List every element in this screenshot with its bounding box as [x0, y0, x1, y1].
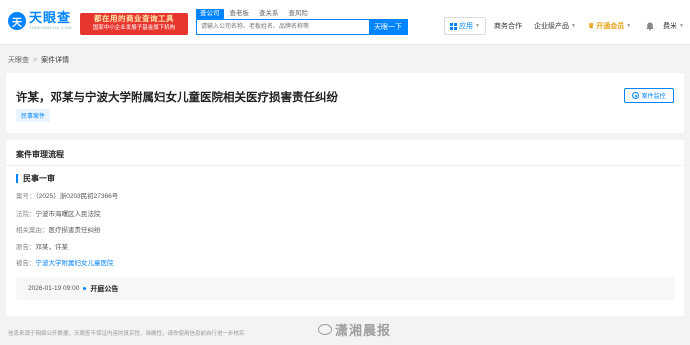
section-header: 案件审理流程: [6, 140, 684, 166]
info-row-case-number: 案号：（2025）浙0203民初27366号: [16, 190, 118, 200]
crown-icon: ♛: [588, 23, 595, 30]
case-monitor-label: 案件监控: [641, 94, 666, 100]
chevron-down-icon: ▼: [679, 23, 684, 29]
tab-company[interactable]: 查公司: [196, 9, 224, 19]
court-label: 法院：: [16, 211, 36, 218]
event-name: 开庭公告: [90, 285, 119, 293]
info-row-court: 法院：宁波市海曙区人民法院: [16, 208, 101, 218]
event-dot: [83, 287, 87, 290]
breadcrumb: 天眼查 > 案件详情: [8, 55, 69, 65]
stage-title: 民事一审: [23, 174, 55, 183]
cause-label: 相关案由：: [16, 227, 49, 234]
grid-icon: [450, 22, 458, 30]
stage-header: 民事一审: [16, 173, 55, 184]
stage-marker: [16, 174, 18, 183]
app-menu-button[interactable]: 应用 ▼: [444, 17, 486, 35]
tab-boss[interactable]: 查老板: [226, 9, 254, 19]
case-type-badge: 民事案件: [16, 109, 51, 122]
user-name: 费米: [663, 23, 677, 30]
tab-relation[interactable]: 查关系: [255, 9, 283, 19]
case-flow-card: 案件审理流程 民事一审 案号：（2025）浙0203民初27366号 法院：宁波…: [6, 140, 684, 316]
app-menu-label: 应用: [459, 23, 474, 30]
case-title-card: 许某，邓某与宁波大学附属妇女儿童医院相关医疗损害责任纠纷 民事案件 案件监控: [6, 73, 684, 133]
chevron-down-icon: ▼: [571, 23, 576, 29]
promo-banner[interactable]: 都在用的商业查询工具 国家中小企业发展子基金旗下机构: [80, 13, 188, 35]
tab-risk[interactable]: 查风险: [285, 9, 313, 19]
defendant-link[interactable]: 宁波大学附属妇女儿童医院: [36, 260, 114, 267]
logo-subtitle: TIANYANCHA.COM: [29, 25, 72, 30]
page-title: 许某，邓某与宁波大学附属妇女儿童医院相关医疗损害责任纠纷: [16, 92, 338, 104]
vip-button[interactable]: ♛ 开通会员 ▼: [588, 17, 631, 35]
nav-enterprise-products-label: 企业级产品: [534, 23, 569, 30]
top-header: 天 天眼查 TIANYANCHA.COM 都在用的商业查询工具 国家中小企业发展…: [0, 0, 690, 45]
nav-business-cooperation[interactable]: 商务合作: [494, 17, 522, 35]
nav-enterprise-products[interactable]: 企业级产品 ▼: [534, 17, 576, 35]
bell-icon[interactable]: [646, 17, 654, 35]
event-date: 2026-01-19 09:00: [28, 285, 80, 292]
case-number-label: 案号：: [16, 193, 36, 200]
cause-value: 医疗损害责任纠纷: [48, 227, 101, 234]
chevron-down-icon: ▼: [475, 23, 480, 29]
user-menu[interactable]: 费米 ▼: [663, 17, 684, 35]
case-monitor-button[interactable]: 案件监控: [624, 88, 674, 103]
breadcrumb-separator: >: [33, 56, 38, 64]
breadcrumb-home[interactable]: 天眼查: [8, 55, 29, 65]
vip-label: 开通会员: [596, 23, 625, 30]
logo-name: 天眼查: [29, 10, 72, 25]
hearing-event[interactable]: 2026-01-19 09:00 开庭公告: [16, 277, 674, 300]
case-number-value: （2025）浙0203民初27366号: [35, 193, 119, 200]
weibo-icon: [318, 324, 332, 335]
defendant-label: 被告：: [16, 260, 36, 267]
eye-icon: [632, 92, 640, 99]
logo-icon: 天: [8, 12, 26, 30]
court-value: 宁波市海曙区人民法院: [35, 211, 101, 218]
info-row-cause: 相关案由：医疗损害责任纠纷: [16, 224, 101, 234]
disclaimer-note: 信息来源于网络公开数据，天眼查不保证内容的真实性、准确性，请你使用信息前自行进一…: [8, 331, 245, 337]
logo[interactable]: 天 天眼查 TIANYANCHA.COM: [8, 11, 72, 31]
search-button[interactable]: 天眼一下: [369, 20, 407, 34]
section-title: 案件审理流程: [16, 150, 64, 159]
plaintiff-value: 邓某，许某: [35, 244, 69, 251]
info-row-plaintiff: 原告：邓某，许某: [16, 241, 68, 251]
promo-line-2: 国家中小企业发展子基金旗下机构: [92, 25, 176, 31]
search-tabs: 查公司 查老板 查关系 查风险: [196, 9, 312, 19]
search-box: 天眼一下: [196, 19, 408, 35]
info-row-defendant: 被告：宁波大学附属妇女儿童医院: [16, 257, 114, 267]
chevron-down-icon: ▼: [626, 23, 632, 29]
plaintiff-label: 原告：: [16, 244, 36, 251]
breadcrumb-current: 案件详情: [41, 57, 70, 64]
watermark-text: 潇湘晨报: [335, 323, 392, 338]
promo-line-1: 都在用的商业查询工具: [94, 14, 174, 23]
search-input[interactable]: [197, 20, 369, 34]
watermark: 潇湘晨报: [318, 320, 391, 339]
